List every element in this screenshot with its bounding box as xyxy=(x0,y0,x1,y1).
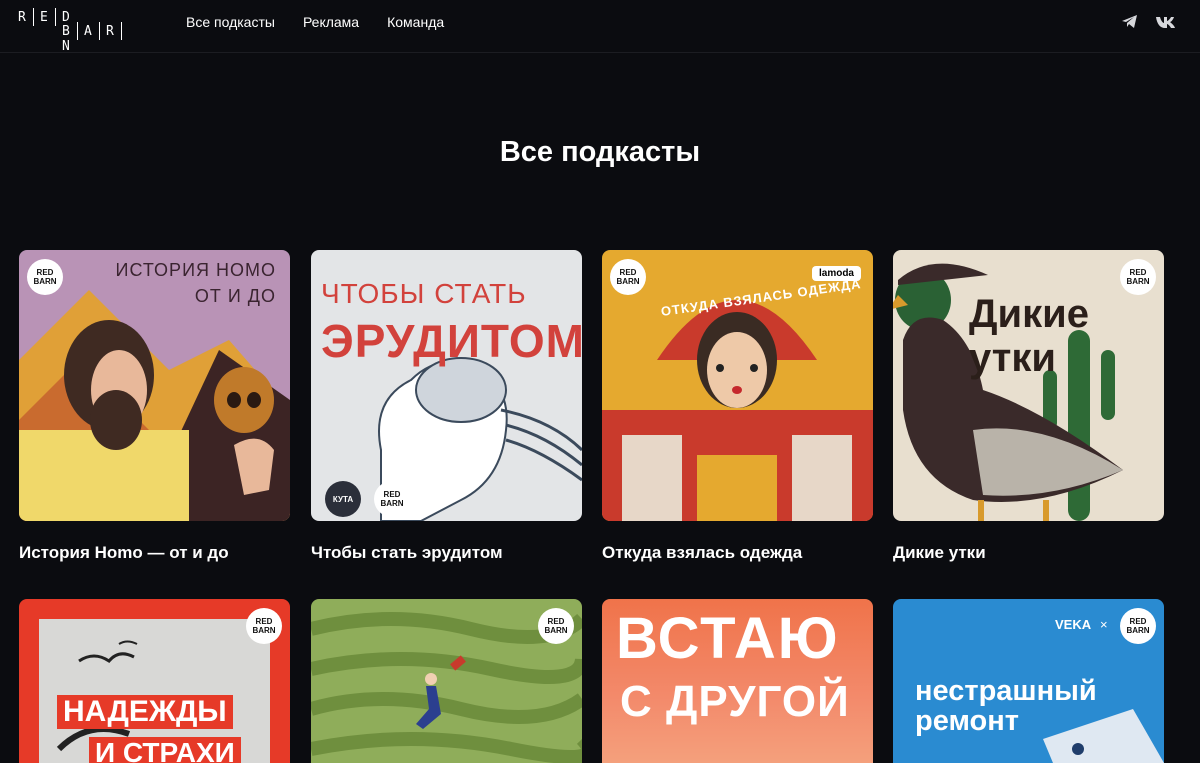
cover-title-line1: нестрашный xyxy=(915,675,1097,707)
redbarn-badge: RED BARN xyxy=(610,259,646,295)
podcast-card-renovation[interactable]: VEKA × RED BARN нестрашный ремонт xyxy=(893,599,1164,763)
site-header: RED B A RN Все подкасты Реклама Команда xyxy=(0,0,1200,54)
redbarn-badge: RED BARN xyxy=(538,608,574,644)
podcast-cover[interactable]: НАДЕЖДЫ И СТРАХИ RED BARN xyxy=(19,599,290,763)
podcast-cover[interactable]: ОТКУДА ВЗЯЛАСЬ ОДЕЖДА RED BARN lamoda xyxy=(602,250,873,521)
podcast-card-hopes-fears[interactable]: НАДЕЖДЫ И СТРАХИ RED BARN xyxy=(19,599,290,763)
cover-title-line2: ЭРУДИТОМ xyxy=(321,315,582,367)
podcast-card-history-homo[interactable]: RED BARN ИСТОРИЯ HOMO ОТ И ДО История Hom… xyxy=(19,250,290,562)
logo-barn: B A RN xyxy=(62,22,140,54)
podcast-card-wake-up[interactable]: ВСТАЮ С ДРУГОЙ xyxy=(602,599,873,763)
cross-symbol: × xyxy=(1100,617,1108,632)
podcast-cover[interactable]: VEKA × RED BARN нестрашный ремонт xyxy=(893,599,1164,763)
cover-title-line1: ЧТОБЫ СТАТЬ xyxy=(321,278,527,309)
podcast-card-clothing[interactable]: ОТКУДА ВЗЯЛАСЬ ОДЕЖДА RED BARN lamoda Отк… xyxy=(602,250,873,562)
vk-icon[interactable] xyxy=(1156,15,1176,33)
cover-title-line1: Дикие xyxy=(969,292,1089,336)
kuta-badge: КУТА xyxy=(325,481,361,517)
cover-title-line2: ОТ И ДО xyxy=(194,286,276,306)
cover-title-line2: И СТРАХИ xyxy=(89,737,241,763)
social-links xyxy=(1121,14,1176,34)
cover-title-line1: НАДЕЖДЫ xyxy=(57,695,233,729)
redbarn-logo[interactable]: RED B A RN xyxy=(18,8,140,54)
nav-advertising[interactable]: Реклама xyxy=(303,14,359,30)
podcast-title[interactable]: Чтобы стать эрудитом xyxy=(311,543,503,563)
podcast-title[interactable]: Откуда взялась одежда xyxy=(602,543,802,563)
podcast-cover[interactable]: ЧТОБЫ СТАТЬ ЭРУДИТОМ КУТА RED BARN xyxy=(311,250,582,521)
podcast-cover[interactable]: ВСТАЮ С ДРУГОЙ xyxy=(602,599,873,763)
podcast-title[interactable]: История Homo — от и до xyxy=(19,543,229,563)
podcast-cover[interactable]: RED BARN ИСТОРИЯ HOMO ОТ И ДО xyxy=(19,250,290,521)
cover-title-line2: С ДРУГОЙ xyxy=(620,677,850,726)
podcast-card-maze[interactable]: RED BARN xyxy=(311,599,582,763)
redbarn-badge: RED BARN xyxy=(246,608,282,644)
cover-title-line2: ремонт xyxy=(915,705,1019,737)
redbarn-badge: RED BARN xyxy=(1120,608,1156,644)
podcast-title[interactable]: Дикие утки xyxy=(893,543,986,563)
redbarn-badge: RED BARN xyxy=(374,481,410,517)
nav-all-podcasts[interactable]: Все подкасты xyxy=(186,14,275,30)
podcast-cover[interactable]: Дикие утки RED BARN xyxy=(893,250,1164,521)
page-title: Все подкасты xyxy=(499,136,701,168)
nav-team[interactable]: Команда xyxy=(387,14,444,30)
cover-title-line1: ИСТОРИЯ HOMO xyxy=(115,260,276,280)
cover-title-line2: утки xyxy=(969,336,1056,380)
lamoda-badge: lamoda xyxy=(811,266,861,281)
redbarn-badge: RED BARN xyxy=(27,259,63,295)
cover-title-line1: ВСТАЮ xyxy=(616,606,840,671)
redbarn-badge: RED BARN xyxy=(1120,259,1156,295)
main-nav: Все подкасты Реклама Команда xyxy=(186,14,444,30)
logo-red: RED xyxy=(18,8,70,26)
podcast-cover[interactable]: RED BARN xyxy=(311,599,582,763)
podcast-card-erudite[interactable]: ЧТОБЫ СТАТЬ ЭРУДИТОМ КУТА RED BARN Чтобы … xyxy=(311,250,582,562)
telegram-icon[interactable] xyxy=(1121,14,1138,34)
podcast-card-wild-ducks[interactable]: Дикие утки RED BARN Дикие утки xyxy=(893,250,1164,562)
veka-label: VEKA xyxy=(1055,617,1092,632)
